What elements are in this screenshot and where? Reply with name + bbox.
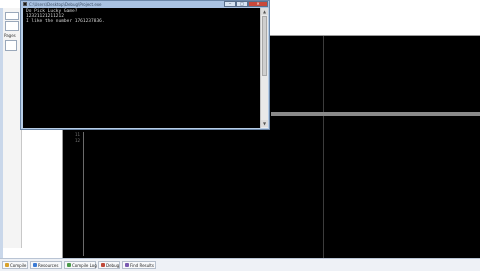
panel-button[interactable] bbox=[5, 21, 19, 31]
tab-label: Compile bbox=[10, 262, 27, 268]
editor-splitter-vertical[interactable] bbox=[323, 36, 324, 258]
tab-find-results[interactable]: Find Results bbox=[122, 261, 156, 269]
tab-label: Compile Log bbox=[72, 262, 97, 268]
ide-toolbar-area bbox=[270, 0, 480, 36]
tab-compile[interactable]: Compile bbox=[2, 261, 28, 269]
console-window[interactable]: C:\Users\Desktop\Debug\Project.exe ‒ □ ✕… bbox=[20, 0, 270, 130]
console-scrollbar[interactable]: ▲ ▼ bbox=[260, 8, 268, 128]
tab-label: Resources bbox=[38, 262, 59, 268]
compile-icon bbox=[5, 263, 9, 267]
panel-button[interactable] bbox=[5, 12, 19, 20]
console-line: I like the number 1761237836. bbox=[26, 19, 105, 24]
debug-icon bbox=[101, 263, 105, 267]
compile-log-icon bbox=[67, 263, 71, 267]
editor-gutter-line bbox=[83, 132, 84, 256]
close-button[interactable]: ✕ bbox=[248, 1, 268, 7]
find-results-icon bbox=[125, 263, 129, 267]
bottom-tab-bar: Compile Resources Compile Log Debug Find… bbox=[0, 258, 480, 271]
tab-compile-log[interactable]: Compile Log bbox=[64, 261, 97, 269]
tab-resources[interactable]: Resources bbox=[30, 261, 62, 269]
tab-label: Debug bbox=[106, 262, 120, 268]
console-app-icon bbox=[23, 2, 27, 6]
tab-label: Find Results bbox=[130, 262, 154, 268]
gutter-line-number: 12 bbox=[75, 138, 81, 143]
panel-button[interactable] bbox=[5, 40, 17, 51]
console-output[interactable]: Do Pick Lucky Game? 12321121211212 I lik… bbox=[23, 8, 260, 128]
gutter-line-number: 11 bbox=[75, 132, 81, 137]
pages-label[interactable]: Pages bbox=[4, 33, 16, 38]
maximize-button[interactable]: □ bbox=[236, 1, 248, 7]
scroll-thumb[interactable] bbox=[262, 16, 267, 76]
console-title: C:\Users\Desktop\Debug\Project.exe bbox=[29, 1, 102, 7]
minimize-button[interactable]: ‒ bbox=[224, 1, 236, 7]
scroll-down-icon[interactable]: ▼ bbox=[261, 120, 268, 127]
tab-debug[interactable]: Debug bbox=[98, 261, 120, 269]
editor-splitter-horizontal[interactable] bbox=[271, 112, 480, 116]
scroll-up-icon[interactable]: ▲ bbox=[261, 8, 268, 15]
console-titlebar[interactable]: C:\Users\Desktop\Debug\Project.exe ‒ □ ✕ bbox=[21, 1, 269, 8]
resources-icon bbox=[33, 263, 37, 267]
